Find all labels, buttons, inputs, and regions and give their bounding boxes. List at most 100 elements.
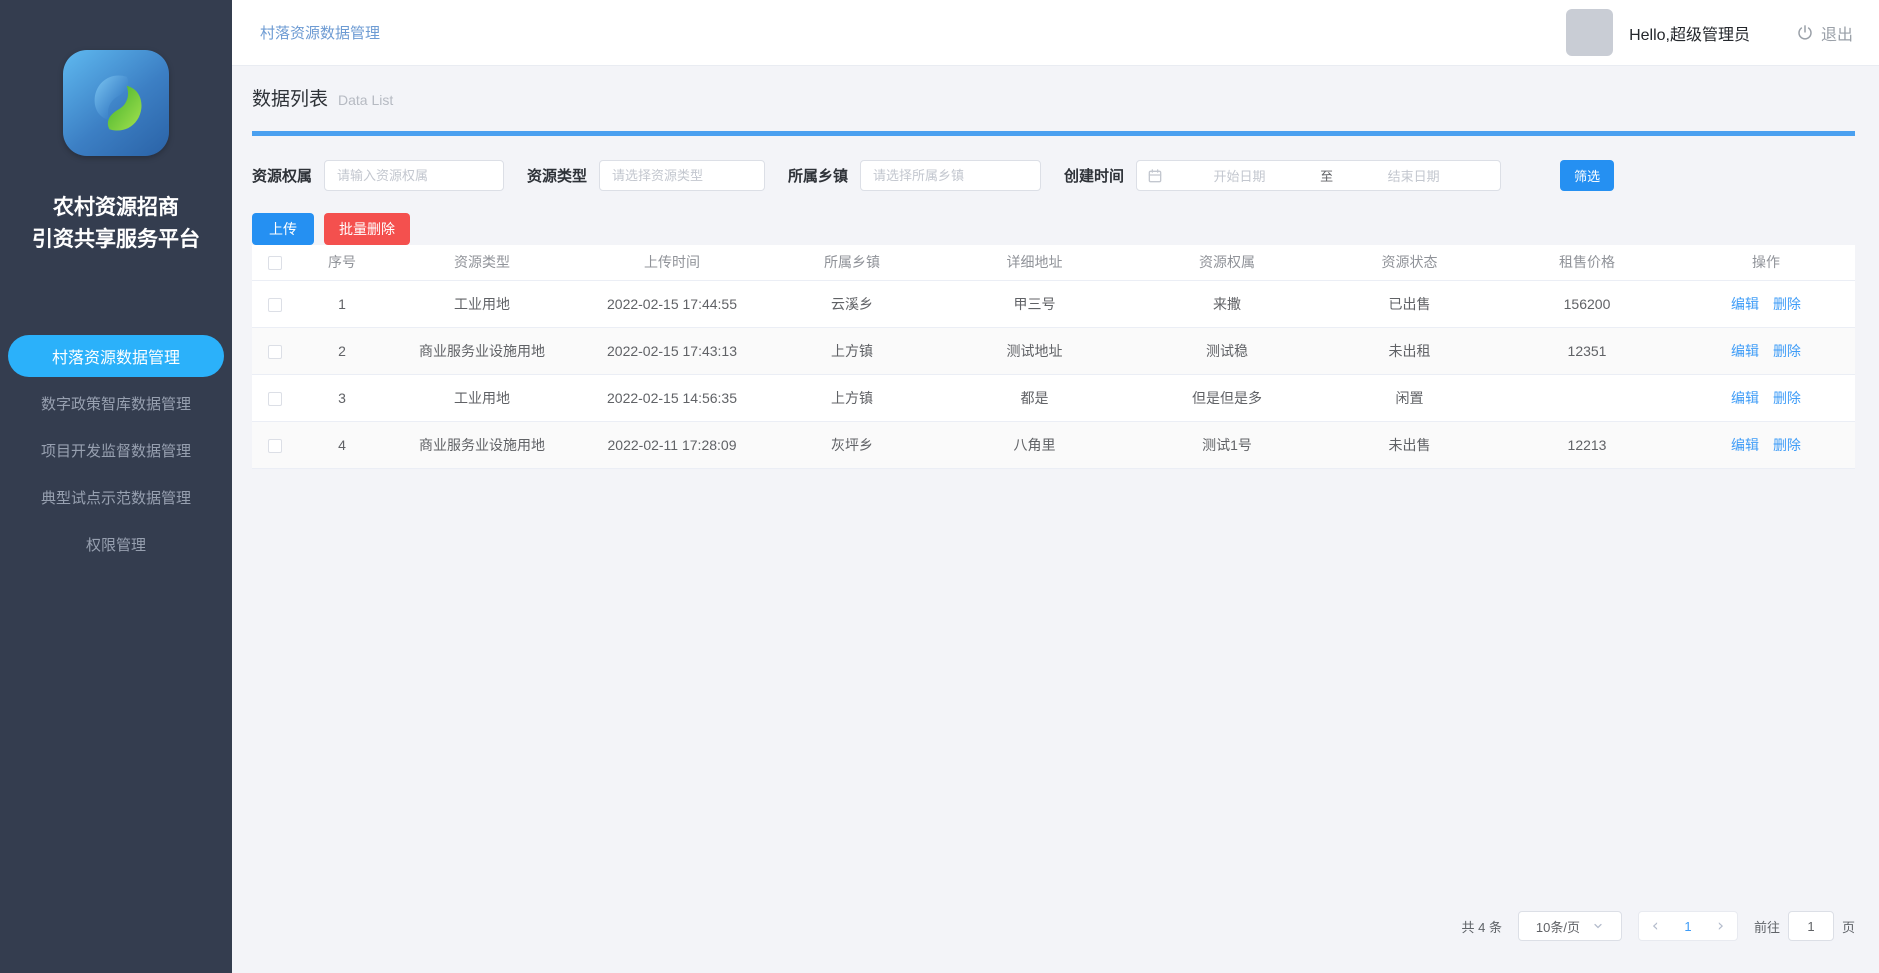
cell-upload-time: 2022-02-15 14:56:35 xyxy=(577,374,767,421)
main-area: 村落资源数据管理 Hello,超级管理员 退出 数据列表 Data List 资… xyxy=(232,0,1879,973)
column-header: 租售价格 xyxy=(1497,245,1677,280)
content: 数据列表 Data List 资源权属 资源类型 所属乡镇 创建时间 xyxy=(232,66,1879,973)
cell-resource-type: 工业用地 xyxy=(387,280,577,327)
cell-price: 12213 xyxy=(1497,421,1677,468)
edit-link[interactable]: 编辑 xyxy=(1731,390,1759,406)
goto-page: 前往 页 xyxy=(1754,911,1855,941)
cell-status: 闲置 xyxy=(1322,374,1497,421)
row-checkbox[interactable] xyxy=(268,439,282,453)
filter-label: 资源类型 xyxy=(527,165,587,186)
row-checkbox[interactable] xyxy=(268,392,282,406)
filter-row: 资源权属 资源类型 所属乡镇 创建时间 xyxy=(252,160,1855,191)
date-separator: 至 xyxy=(1316,166,1337,185)
delete-link[interactable]: 删除 xyxy=(1773,437,1801,453)
page-title: 数据列表 xyxy=(252,84,328,111)
batch-delete-button[interactable]: 批量删除 xyxy=(324,213,410,245)
cell-seq: 3 xyxy=(297,374,387,421)
app-logo xyxy=(63,50,169,156)
breadcrumb[interactable]: 村落资源数据管理 xyxy=(260,22,380,43)
sidebar-item-label: 权限管理 xyxy=(86,534,146,555)
topbar: 村落资源数据管理 Hello,超级管理员 退出 xyxy=(232,0,1879,66)
current-page[interactable]: 1 xyxy=(1684,919,1691,934)
cell-ownership: 来撒 xyxy=(1132,280,1322,327)
filter-label: 所属乡镇 xyxy=(788,165,848,186)
row-checkbox[interactable] xyxy=(268,298,282,312)
select-all-checkbox[interactable] xyxy=(268,256,282,270)
cell-seq: 2 xyxy=(297,327,387,374)
avatar xyxy=(1566,9,1613,56)
user-greeting: Hello,超级管理员 xyxy=(1629,21,1750,45)
logout-label: 退出 xyxy=(1821,21,1853,45)
app-title: 农村资源招商 引资共享服务平台 xyxy=(32,192,200,255)
filter-input[interactable] xyxy=(599,160,765,191)
sidebar-item[interactable]: 数字政策智库数据管理 xyxy=(8,382,224,424)
column-header: 上传时间 xyxy=(577,245,767,280)
edit-link[interactable]: 编辑 xyxy=(1731,296,1759,312)
cell-address: 测试地址 xyxy=(937,327,1132,374)
date-end-input[interactable]: 结束日期 xyxy=(1337,166,1490,185)
calendar-icon xyxy=(1147,168,1163,184)
cell-status: 已出售 xyxy=(1322,280,1497,327)
sidebar-item[interactable]: 典型试点示范数据管理 xyxy=(8,476,224,518)
cell-ownership: 测试稳 xyxy=(1132,327,1322,374)
cell-resource-type: 工业用地 xyxy=(387,374,577,421)
logout-button[interactable]: 退出 xyxy=(1796,21,1853,45)
action-row: 上传 批量删除 xyxy=(252,213,1855,245)
page-subtitle: Data List xyxy=(338,92,393,108)
sidebar-item[interactable]: 村落资源数据管理 xyxy=(8,335,224,377)
table-row: 4 商业服务业设施用地 2022-02-11 17:28:09 灰坪乡 八角里 … xyxy=(252,421,1855,468)
cell-town: 云溪乡 xyxy=(767,280,937,327)
filter-submit-button[interactable]: 筛选 xyxy=(1560,160,1614,191)
delete-link[interactable]: 删除 xyxy=(1773,343,1801,359)
column-header: 序号 xyxy=(297,245,387,280)
sidebar-item-label: 典型试点示范数据管理 xyxy=(41,487,191,508)
cell-address: 八角里 xyxy=(937,421,1132,468)
goto-page-input[interactable] xyxy=(1788,911,1834,941)
prev-page-button[interactable]: ‹ xyxy=(1652,918,1659,935)
title-divider xyxy=(252,131,1855,136)
upload-button[interactable]: 上传 xyxy=(252,213,314,245)
sidebar-item[interactable]: 项目开发监督数据管理 xyxy=(8,429,224,471)
sidebar-item-label: 村落资源数据管理 xyxy=(52,344,180,368)
filter-input[interactable] xyxy=(324,160,504,191)
filter-fields: 资源权属 资源类型 所属乡镇 xyxy=(252,160,1064,191)
total-count-label: 共 4 条 xyxy=(1462,917,1502,936)
page-unit-label: 页 xyxy=(1842,917,1855,936)
filter-input[interactable] xyxy=(860,160,1041,191)
row-checkbox[interactable] xyxy=(268,345,282,359)
next-page-button[interactable]: › xyxy=(1717,918,1724,935)
sidebar-item-label: 数字政策智库数据管理 xyxy=(41,393,191,414)
cell-upload-time: 2022-02-15 17:44:55 xyxy=(577,280,767,327)
cell-address: 甲三号 xyxy=(937,280,1132,327)
cell-upload-time: 2022-02-11 17:28:09 xyxy=(577,421,767,468)
sidebar-item-label: 项目开发监督数据管理 xyxy=(41,440,191,461)
cell-seq: 4 xyxy=(297,421,387,468)
cell-upload-time: 2022-02-15 17:43:13 xyxy=(577,327,767,374)
date-start-input[interactable]: 开始日期 xyxy=(1163,166,1316,185)
cell-status: 未出租 xyxy=(1322,327,1497,374)
data-table: 序号资源类型上传时间所属乡镇详细地址资源权属资源状态租售价格操作 1 工业用地 … xyxy=(252,245,1855,469)
swirl-logo-icon xyxy=(75,62,157,144)
cell-town: 上方镇 xyxy=(767,374,937,421)
edit-link[interactable]: 编辑 xyxy=(1731,437,1759,453)
goto-label: 前往 xyxy=(1754,917,1780,936)
column-header: 资源状态 xyxy=(1322,245,1497,280)
page-title-row: 数据列表 Data List xyxy=(252,84,1855,111)
delete-link[interactable]: 删除 xyxy=(1773,390,1801,406)
delete-link[interactable]: 删除 xyxy=(1773,296,1801,312)
cell-ownership: 但是但是多 xyxy=(1132,374,1322,421)
column-header: 资源权属 xyxy=(1132,245,1322,280)
column-header: 操作 xyxy=(1677,245,1855,280)
cell-seq: 1 xyxy=(297,280,387,327)
page-size-select[interactable]: 10条/页 xyxy=(1518,911,1622,941)
cell-ownership: 测试1号 xyxy=(1132,421,1322,468)
sidebar-item[interactable]: 权限管理 xyxy=(8,523,224,565)
cell-price: 156200 xyxy=(1497,280,1677,327)
chevron-down-icon xyxy=(1592,920,1604,932)
date-range-picker[interactable]: 开始日期 至 结束日期 xyxy=(1136,160,1501,191)
cell-price xyxy=(1497,374,1677,421)
power-icon xyxy=(1796,24,1814,42)
cell-resource-type: 商业服务业设施用地 xyxy=(387,421,577,468)
cell-resource-type: 商业服务业设施用地 xyxy=(387,327,577,374)
edit-link[interactable]: 编辑 xyxy=(1731,343,1759,359)
